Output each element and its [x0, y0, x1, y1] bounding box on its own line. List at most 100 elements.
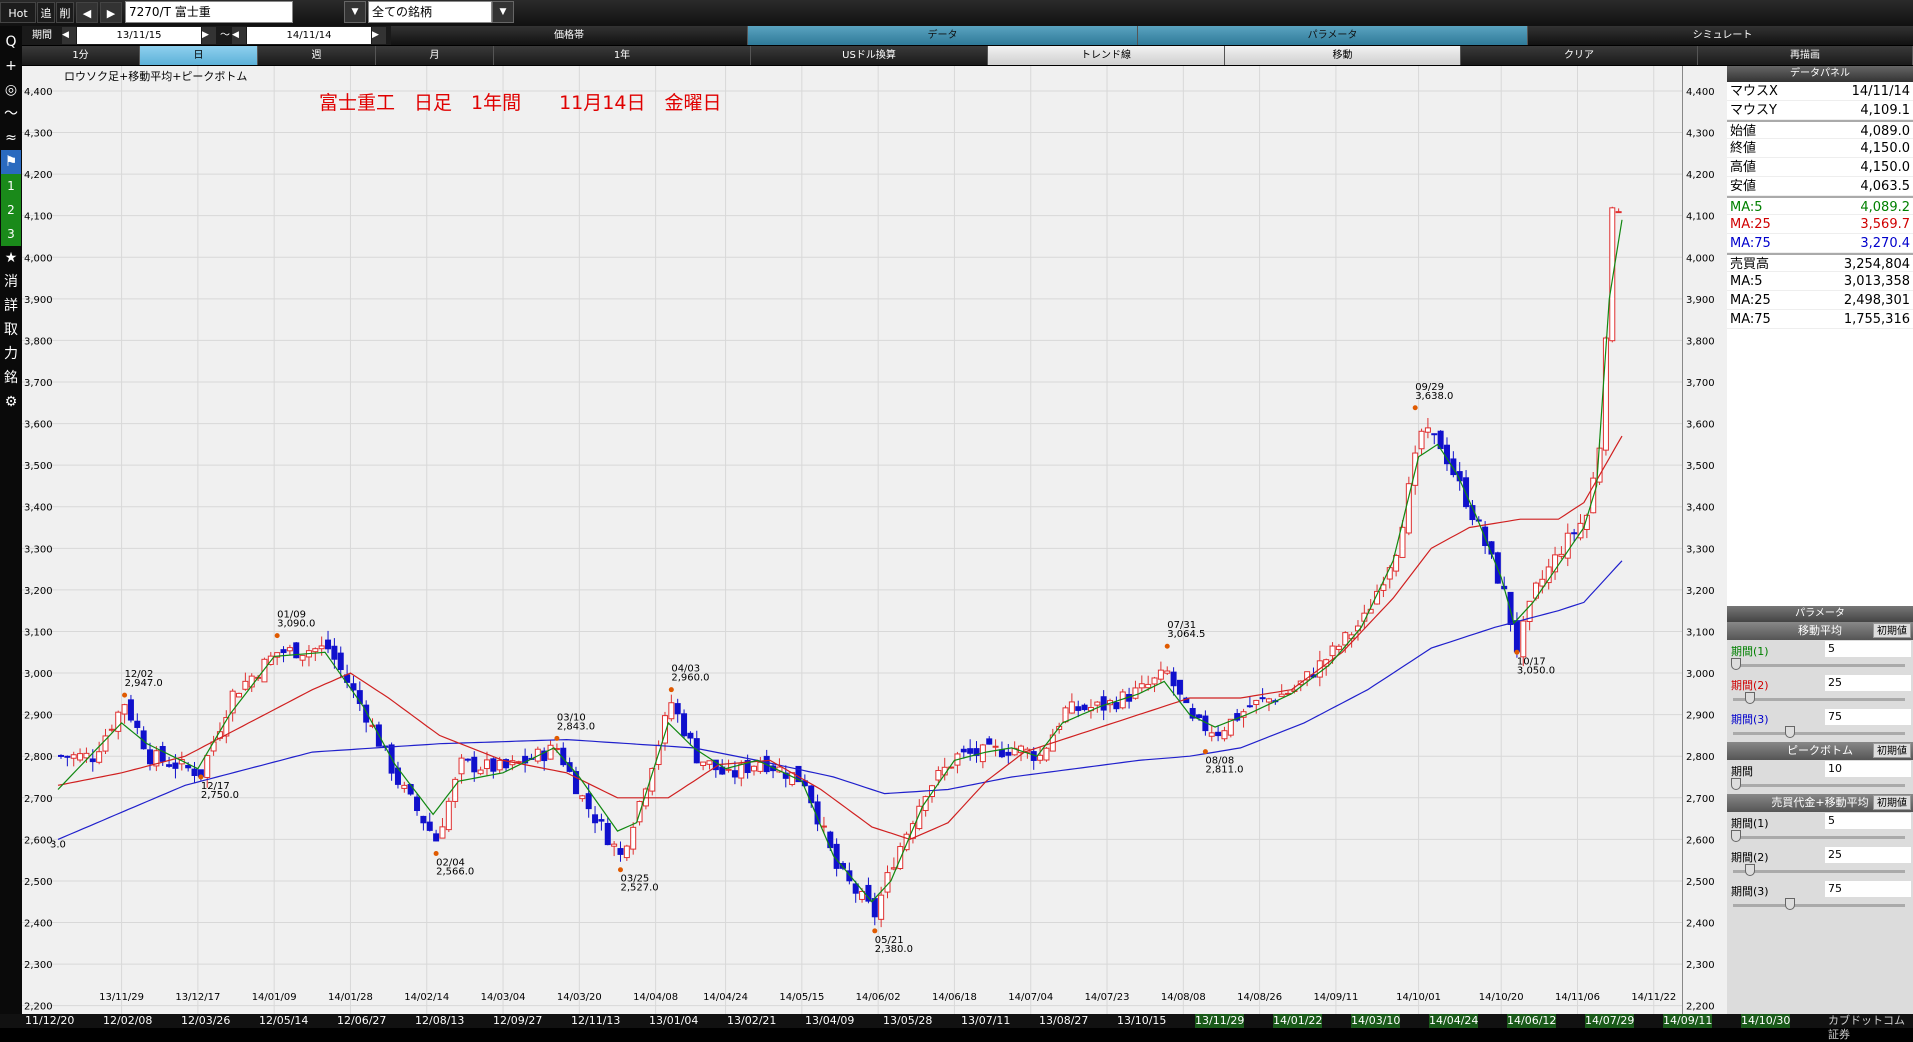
chart-area[interactable]: 2,200 2,300 2,400 2,500 2,600 2,700 2,800 2,900…	[22, 66, 1682, 1014]
slider-knob[interactable]	[1731, 658, 1742, 670]
prev-date-icon[interactable]: ◀	[62, 27, 76, 44]
left-tool-0[interactable]: Q	[1, 30, 21, 54]
candle-body	[414, 796, 421, 812]
left-tool-13[interactable]: 力	[1, 342, 21, 366]
edge-label: 3.0	[50, 840, 66, 851]
chevron-down-icon[interactable]: ▼	[492, 1, 514, 23]
slider-knob[interactable]	[1745, 692, 1756, 704]
tab-monthly[interactable]: 月	[376, 46, 494, 65]
peak-period-input[interactable]: 10	[1825, 761, 1911, 777]
tab-daily[interactable]: 日	[140, 46, 258, 65]
hot-button[interactable]: Hot	[0, 2, 36, 23]
candle-body	[1215, 731, 1222, 737]
y-tick-label-left: 2,300	[24, 960, 53, 971]
scroll-date-label: 12/05/14	[259, 1014, 309, 1027]
slider-knob[interactable]	[1784, 898, 1795, 910]
tab-move[interactable]: 移動	[1225, 46, 1461, 65]
tab-1year[interactable]: 1年	[494, 46, 751, 65]
candle-body	[318, 645, 325, 650]
vol-period-2-input[interactable]: 25	[1825, 847, 1911, 863]
ma-period-2-slider[interactable]	[1733, 698, 1905, 701]
symbol-input[interactable]: 7270/T 富士重	[125, 1, 293, 23]
left-tool-5[interactable]: ⚑	[1, 150, 21, 174]
left-tool-7[interactable]: 2	[1, 198, 21, 222]
y-tick-label-right: 3,700	[1686, 378, 1715, 389]
data-value: 3,569.7	[1860, 217, 1910, 232]
candle-body	[210, 741, 217, 752]
scroll-date-label: 12/03/26	[181, 1014, 231, 1027]
ma-reset-button[interactable]: 初期値	[1873, 623, 1911, 638]
peak-reset-button[interactable]: 初期値	[1873, 743, 1911, 758]
ma-period-3-input[interactable]: 75	[1825, 709, 1911, 725]
prev-date-icon[interactable]: ◀	[232, 27, 246, 44]
left-tool-1[interactable]: +	[1, 54, 21, 78]
from-date-input[interactable]: 13/11/15	[77, 27, 201, 44]
data-row: MA:25 2,498,301	[1727, 291, 1913, 310]
tab-trendline[interactable]: トレンド線	[988, 46, 1225, 65]
tab-redraw[interactable]: 再描画	[1698, 46, 1913, 65]
tab-data[interactable]: データ	[748, 26, 1138, 45]
left-tool-15[interactable]: ⚙	[1, 390, 21, 414]
data-key: マウスX	[1730, 84, 1778, 99]
vol-period-3-input[interactable]: 75	[1825, 881, 1911, 897]
candle-body	[172, 762, 179, 769]
peak-marker	[274, 633, 280, 639]
scroll-date-label: 14/04/24	[1429, 1014, 1479, 1028]
y-tick-label-left: 3,600	[24, 420, 53, 431]
left-tool-6[interactable]: 1	[1, 174, 21, 198]
left-tool-9[interactable]: ★	[1, 246, 21, 270]
candle-body	[1246, 705, 1253, 708]
slider-knob[interactable]	[1731, 778, 1742, 790]
next-symbol-button[interactable]: ▶	[100, 2, 122, 23]
ma-period-1-input[interactable]: 5	[1825, 641, 1911, 657]
prev-symbol-button[interactable]: ◀	[76, 2, 98, 23]
universe-select[interactable]: 全ての銘柄	[368, 1, 492, 23]
candle-body	[1463, 477, 1470, 508]
date-scrollbar[interactable]: 11/12/20 12/02/08 12/03/26 12/05/14 12/06/27…	[0, 1014, 1913, 1041]
to-date-input[interactable]: 14/11/14	[247, 27, 371, 44]
y-tick-label-right: 2,300	[1686, 960, 1715, 971]
left-tool-12[interactable]: 取	[1, 318, 21, 342]
ma-period-1-slider[interactable]	[1733, 664, 1905, 667]
ma-period-2-input[interactable]: 25	[1825, 675, 1911, 691]
delete-button[interactable]: 削	[56, 2, 74, 23]
vol-period-2-slider[interactable]	[1733, 870, 1905, 873]
slider-knob[interactable]	[1731, 830, 1742, 842]
left-tool-2[interactable]: ◎	[1, 78, 21, 102]
next-date-icon[interactable]: ▶	[202, 27, 216, 44]
add-button[interactable]: 追	[37, 2, 55, 23]
tab-parameters[interactable]: パラメータ	[1138, 26, 1528, 45]
slider-knob[interactable]	[1745, 864, 1756, 876]
next-date-icon[interactable]: ▶	[372, 27, 386, 44]
ma5-line	[57, 219, 1623, 903]
peak-period-slider[interactable]	[1733, 784, 1905, 787]
left-tool-4[interactable]: ≈	[1, 126, 21, 150]
tab-simulate[interactable]: シミュレート	[1528, 26, 1913, 45]
candle-body	[293, 642, 300, 659]
candle-body	[464, 758, 471, 761]
left-tool-14[interactable]: 銘	[1, 366, 21, 390]
tab-clear[interactable]: クリア	[1461, 46, 1698, 65]
vol-period-3-slider[interactable]	[1733, 904, 1905, 907]
vol-period-1-input[interactable]: 5	[1825, 813, 1911, 829]
vol-period-1-slider[interactable]	[1733, 836, 1905, 839]
left-tool-8[interactable]: 3	[1, 222, 21, 246]
candle-body	[967, 748, 974, 754]
slider-knob[interactable]	[1784, 726, 1795, 738]
tab-usd[interactable]: USドル換算	[751, 46, 988, 65]
x-tick-label: 14/09/11	[1313, 992, 1358, 1003]
candle-body	[725, 768, 732, 771]
tab-1min[interactable]: 1分	[22, 46, 140, 65]
left-tool-3[interactable]: ～	[1, 102, 21, 126]
left-tool-11[interactable]: 詳	[1, 294, 21, 318]
left-tool-10[interactable]: 消	[1, 270, 21, 294]
candle-body	[1113, 702, 1120, 710]
tab-weekly[interactable]: 週	[258, 46, 376, 65]
x-tick-label: 13/11/29	[99, 992, 144, 1003]
chevron-down-icon[interactable]: ▼	[344, 1, 366, 23]
tab-price-band[interactable]: 価格帯	[391, 26, 748, 45]
candle-body	[630, 826, 637, 850]
candlestick-chart[interactable]: 2,200 2,300 2,400 2,500 2,600 2,700 2,800 2,900…	[22, 66, 1682, 1014]
ma-period-3-slider[interactable]	[1733, 732, 1905, 735]
volume-reset-button[interactable]: 初期値	[1873, 795, 1911, 810]
